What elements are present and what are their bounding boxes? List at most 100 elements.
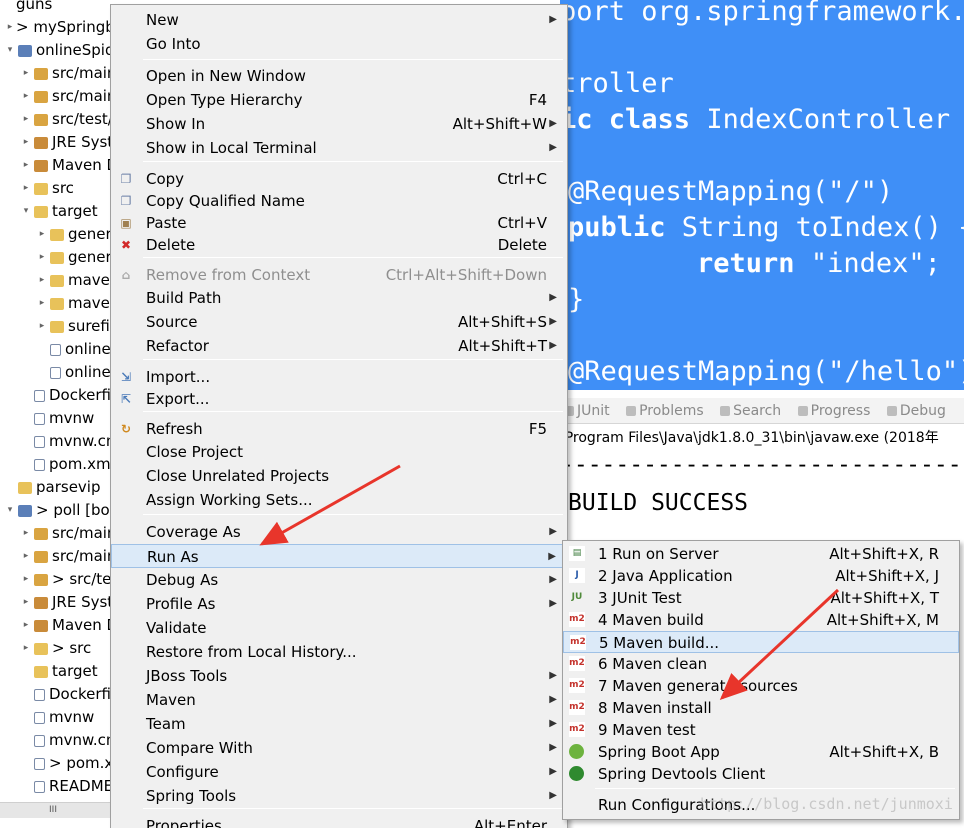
collapsed-chevron-icon[interactable]: ▸ [20,154,32,177]
collapsed-chevron-icon[interactable]: ▸ [20,568,32,591]
collapsed-chevron-icon[interactable]: ▸ [36,246,48,269]
run-as-item-1-run-on-server[interactable]: ▤ 1 Run on Server Alt+Shift+X, R [563,543,959,565]
menu-item-run-as[interactable]: Run As ▶ [111,544,567,568]
menu-item-build-path[interactable]: Build Path ▶ [111,286,567,310]
tree-item[interactable]: ▸ src/main/ [20,522,112,545]
collapsed-chevron-icon[interactable]: ▸ [20,177,32,200]
tree-item[interactable]: ▸> mySpringbo [4,16,112,39]
run-as-item-spring-boot-app[interactable]: Spring Boot App Alt+Shift+X, B [563,741,959,763]
collapsed-chevron-icon[interactable]: ▸ [20,131,32,154]
menu-item-jboss-tools[interactable]: JBoss Tools ▶ [111,664,567,688]
run-as-item-8-maven-install[interactable]: m2 8 Maven install [563,697,959,719]
tree-item[interactable]: README. [20,775,112,798]
collapsed-chevron-icon[interactable]: ▸ [36,292,48,315]
menu-item-coverage-as[interactable]: Coverage As ▶ [111,520,567,544]
menu-item-show-in-local-terminal[interactable]: Show in Local Terminal ▶ [111,136,567,160]
menu-item-team[interactable]: Team ▶ [111,712,567,736]
tree-item[interactable]: ▸ maven [36,292,112,315]
run-as-item-spring-devtools-client[interactable]: Spring Devtools Client [563,763,959,785]
tree-item[interactable]: guns [4,0,52,16]
expanded-chevron-icon[interactable]: ▾ [20,200,32,223]
tree-item[interactable]: ▸ > src [20,637,92,660]
tab-progress[interactable]: Progress [794,398,870,424]
run-as-item-6-maven-clean[interactable]: m2 6 Maven clean [563,653,959,675]
tree-item[interactable]: ▸ src/main/ [20,62,112,85]
expanded-chevron-icon[interactable]: ▾ [4,499,16,522]
tree-item[interactable]: ▸ src/test/j [20,108,112,131]
tree-item[interactable]: mvnw.cm [20,729,112,752]
menu-item-open-in-new-window[interactable]: Open in New Window [111,64,567,88]
run-as-item-7-maven-generate-sources[interactable]: m2 7 Maven generate-sources [563,675,959,697]
tree-item[interactable]: ▸ src [20,177,74,200]
menu-item-paste[interactable]: ▣ Paste Ctrl+V [111,211,567,235]
tree-item[interactable]: online [36,338,111,361]
menu-item-configure[interactable]: Configure ▶ [111,760,567,784]
collapsed-chevron-icon[interactable]: ▸ [20,545,32,568]
collapsed-chevron-icon[interactable]: ▸ [36,223,48,246]
tree-item[interactable]: ▸ genera [36,223,112,246]
code-editor[interactable]: port org.springframework.st troller ic cla… [560,0,964,390]
tree-item[interactable]: ▸ src/main/ [20,545,112,568]
collapsed-chevron-icon[interactable]: ▸ [20,591,32,614]
tree-item[interactable]: ▸ surefir [36,315,112,338]
explorer-scrollbar[interactable]: III [0,802,112,818]
tree-item[interactable]: mvnw [20,706,94,729]
tree-item[interactable]: ▸ > src/tes [20,568,112,591]
tree-item[interactable]: target [20,660,98,683]
scrollbar-thumb[interactable]: III [44,806,62,815]
menu-item-show-in[interactable]: Show In Alt+Shift+W ▶ [111,112,567,136]
collapsed-chevron-icon[interactable]: ▸ [36,269,48,292]
menu-item-spring-tools[interactable]: Spring Tools ▶ [111,784,567,808]
tree-item[interactable]: ▾ target [20,200,98,223]
menu-item-import[interactable]: ⇲ Import... [111,365,567,389]
menu-item-go-into[interactable]: Go Into [111,32,567,56]
menu-item-close-unrelated-projects[interactable]: Close Unrelated Projects [111,464,567,488]
menu-item-export[interactable]: ⇱ Export... [111,387,567,411]
tree-item[interactable]: pom.xml [20,453,112,476]
tree-item[interactable]: Dockerfil [20,384,112,407]
tree-item[interactable]: ▸ genera [36,246,112,269]
tree-item[interactable]: ▸ Maven D [20,154,112,177]
collapsed-chevron-icon[interactable]: ▸ [36,315,48,338]
collapsed-chevron-icon[interactable]: ▸ [4,16,16,39]
menu-item-refactor[interactable]: Refactor Alt+Shift+T ▶ [111,334,567,358]
menu-item-new[interactable]: New ▶ [111,8,567,32]
menu-item-properties[interactable]: Properties Alt+Enter [111,814,567,828]
collapsed-chevron-icon[interactable]: ▸ [20,522,32,545]
menu-item-close-project[interactable]: Close Project [111,440,567,464]
tree-item[interactable]: ▸ src/main/ [20,85,112,108]
collapsed-chevron-icon[interactable]: ▸ [20,614,32,637]
tree-item[interactable]: ▾ > poll [boot [4,499,112,522]
collapsed-chevron-icon[interactable]: ▸ [20,85,32,108]
tree-item[interactable]: ▸ JRE Syste [20,131,112,154]
menu-item-source[interactable]: Source Alt+Shift+S ▶ [111,310,567,334]
menu-item-copy-qualified-name[interactable]: ❐ Copy Qualified Name [111,189,567,213]
run-as-item-9-maven-test[interactable]: m2 9 Maven test [563,719,959,741]
menu-item-delete[interactable]: ✖ Delete Delete [111,233,567,257]
collapsed-chevron-icon[interactable]: ▸ [20,108,32,131]
tab-search[interactable]: Search [716,398,781,424]
menu-item-copy[interactable]: ❐ Copy Ctrl+C [111,167,567,191]
tree-item[interactable]: online [36,361,111,384]
tree-item[interactable]: mvnw.cm [20,430,112,453]
tree-item[interactable]: mvnw [20,407,94,430]
menu-item-debug-as[interactable]: Debug As ▶ [111,568,567,592]
tree-item[interactable]: Dockerfil [20,683,112,706]
tree-item[interactable]: ▸ maven [36,269,112,292]
expanded-chevron-icon[interactable]: ▾ [4,39,16,62]
menu-item-open-type-hierarchy[interactable]: Open Type Hierarchy F4 [111,88,567,112]
collapsed-chevron-icon[interactable]: ▸ [20,62,32,85]
tab-debug[interactable]: Debug [883,398,946,424]
menu-item-assign-working-sets[interactable]: Assign Working Sets... [111,488,567,512]
run-as-item-4-maven-build[interactable]: m2 4 Maven build Alt+Shift+X, M [563,609,959,631]
menu-item-compare-with[interactable]: Compare With ▶ [111,736,567,760]
tree-item[interactable]: parsevip [4,476,101,499]
menu-item-profile-as[interactable]: Profile As ▶ [111,592,567,616]
tree-item[interactable]: ▸ Maven D [20,614,112,637]
menu-item-validate[interactable]: Validate [111,616,567,640]
menu-item-refresh[interactable]: ↻ Refresh F5 [111,417,567,441]
run-as-item-2-java-application[interactable]: J 2 Java Application Alt+Shift+X, J [563,565,959,587]
run-as-item-3-junit-test[interactable]: JU 3 JUnit Test Alt+Shift+X, T [563,587,959,609]
tab-problems[interactable]: Problems [622,398,704,424]
menu-item-restore-from-local-history[interactable]: Restore from Local History... [111,640,567,664]
